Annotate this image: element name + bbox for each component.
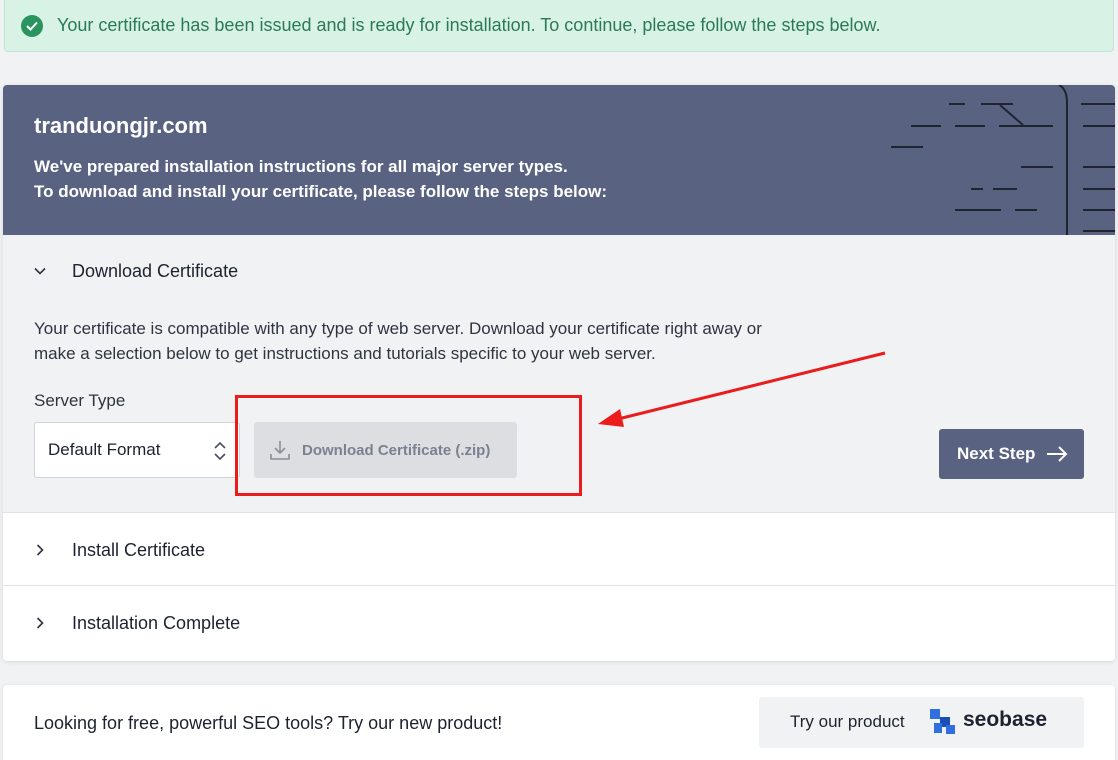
promo-banner: Looking for free, powerful SEO tools? Tr… — [3, 685, 1115, 760]
chevron-right-icon — [36, 544, 44, 556]
step-label: Download Certificate — [72, 260, 239, 281]
server-type-label: Server Type — [34, 391, 126, 410]
try-product-button[interactable]: Try our product seobase — [759, 697, 1084, 748]
step-installation-complete[interactable]: Installation Complete — [3, 586, 1115, 661]
domain-title: tranduongjr.com — [34, 113, 208, 138]
check-circle-icon — [21, 14, 43, 37]
hero-line-1: We've prepared installation instructions… — [34, 157, 568, 176]
step-download-certificate: Download Certificate Your certificate is… — [3, 235, 1115, 513]
chevron-down-icon — [34, 267, 46, 275]
step-header-download[interactable]: Download Certificate — [3, 251, 1115, 291]
success-alert: Your certificate has been issued and is … — [4, 0, 1114, 52]
step-header-install[interactable]: Install Certificate — [3, 530, 1115, 570]
chevron-right-icon — [36, 617, 44, 629]
decorative-lines-icon — [891, 85, 1115, 235]
next-step-label: Next Step — [957, 444, 1036, 463]
download-description: Your certificate is compatible with any … — [34, 319, 762, 363]
hero-line-2: To download and install your certificate… — [34, 182, 608, 201]
step-install-certificate[interactable]: Install Certificate — [3, 513, 1115, 586]
step-label: Install Certificate — [72, 539, 206, 560]
certificate-card: tranduongjr.com We've prepared installat… — [3, 85, 1115, 661]
download-button-label: Download Certificate (.zip) — [302, 441, 491, 459]
server-type-value: Default Format — [48, 440, 161, 459]
seobase-logo-icon — [930, 709, 955, 734]
seobase-brand: seobase — [963, 708, 1048, 731]
server-type-select[interactable]: Default Format — [34, 422, 240, 478]
download-icon — [270, 441, 290, 460]
try-product-label: Try our product — [790, 712, 905, 731]
promo-text: Looking for free, powerful SEO tools? Tr… — [34, 713, 503, 733]
next-step-button[interactable]: Next Step — [939, 429, 1084, 479]
updown-icon — [214, 441, 226, 461]
step-header-complete[interactable]: Installation Complete — [3, 603, 1115, 643]
hero-banner: tranduongjr.com We've prepared installat… — [3, 85, 1115, 235]
alert-message: Your certificate has been issued and is … — [57, 15, 881, 35]
arrow-right-icon — [1047, 446, 1068, 462]
download-certificate-button[interactable]: Download Certificate (.zip) — [254, 422, 517, 478]
step-label: Installation Complete — [72, 612, 241, 633]
